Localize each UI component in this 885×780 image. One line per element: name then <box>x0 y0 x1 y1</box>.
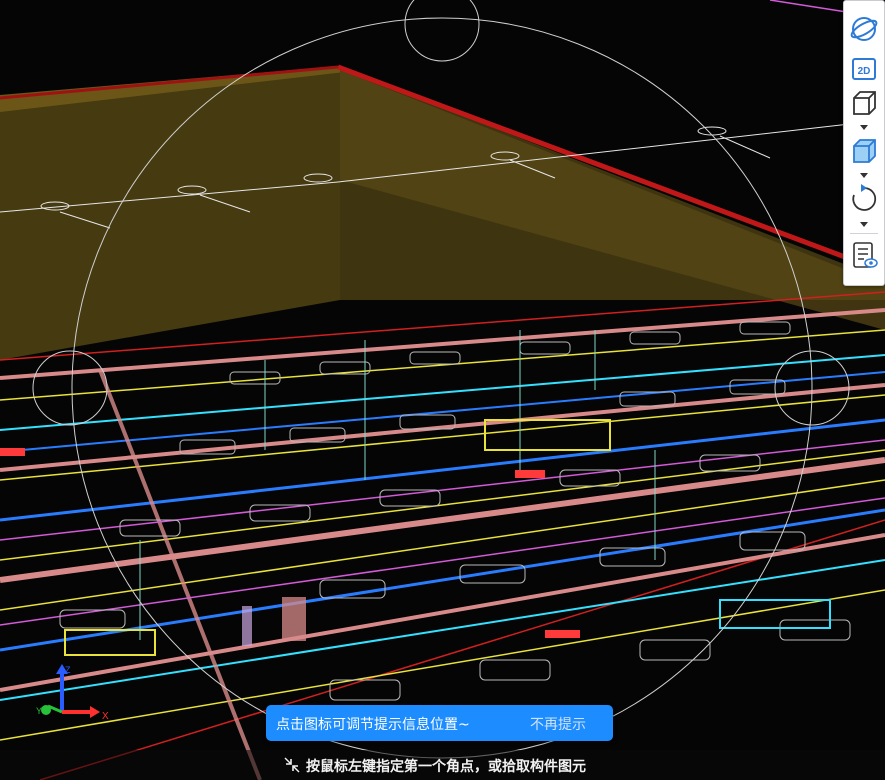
cube-solid-icon <box>853 139 876 163</box>
dont-show-again-link[interactable]: 不再提示 <box>530 714 586 734</box>
view-2d-button[interactable]: 2D <box>848 53 880 85</box>
axis-y-label: Y <box>36 706 42 716</box>
view-2d-icon: 2D <box>852 58 876 80</box>
view-2d-label: 2D <box>858 66 871 77</box>
chevron-down-icon <box>860 173 868 178</box>
view-toolbar: 2D <box>843 0 885 286</box>
toolbar-divider <box>850 233 878 234</box>
axis-x-label: X <box>102 711 109 722</box>
view-3d-box-button[interactable] <box>848 87 880 119</box>
chevron-down-icon <box>860 125 868 130</box>
view-3d-solid-dropdown[interactable] <box>856 170 872 180</box>
cad-3d-viewport[interactable] <box>0 0 885 780</box>
display-settings-button[interactable] <box>848 239 880 271</box>
hint-message: 点击图标可调节提示信息位置~ <box>276 717 470 733</box>
command-prompt-bar: 按鼠标左键指定第一个角点，或拾取构件图元 <box>0 750 885 780</box>
command-prompt-text: 按鼠标左键指定第一个角点，或拾取构件图元 <box>306 759 586 775</box>
cube-outline-icon <box>853 91 876 115</box>
corner-select-icon <box>284 757 300 773</box>
wall-front-face <box>0 68 340 360</box>
list-eye-icon <box>853 242 878 268</box>
view-3d-solid-button[interactable] <box>848 135 880 167</box>
orbit-icon <box>850 17 878 41</box>
rotate-icon <box>852 184 877 211</box>
rotate-button[interactable] <box>848 183 880 215</box>
chevron-down-icon <box>860 222 868 227</box>
orbit-button[interactable] <box>848 13 880 45</box>
hint-bubble[interactable]: 点击图标可调节提示信息位置~ 不再提示 <box>266 705 613 741</box>
axis-z-label: Z <box>65 665 71 675</box>
rotate-dropdown[interactable] <box>856 219 872 229</box>
view-3d-box-dropdown[interactable] <box>856 122 872 132</box>
axis-gizmo: Z X Y <box>36 664 109 722</box>
